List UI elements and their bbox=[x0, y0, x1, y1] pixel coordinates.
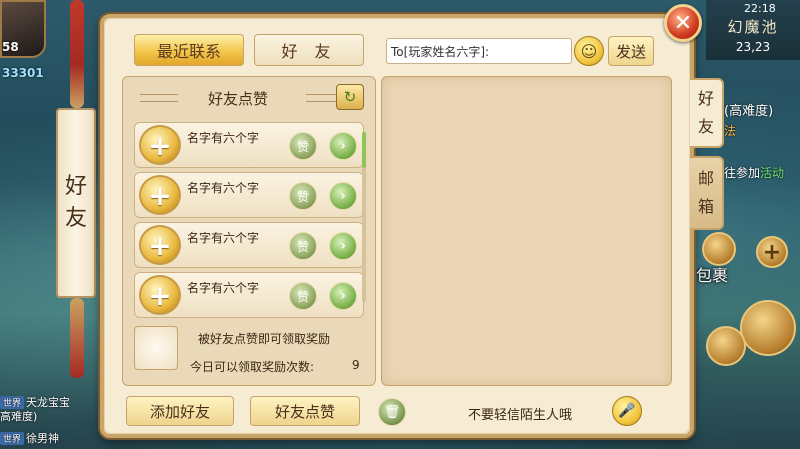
chat-message-pane bbox=[381, 76, 672, 386]
add-friend-button[interactable]: 添加好友 bbox=[126, 396, 234, 426]
reward-item-slot[interactable] bbox=[134, 326, 178, 370]
recipient-input[interactable] bbox=[386, 38, 572, 64]
chat-channel-tag: 世界 bbox=[0, 432, 25, 445]
friend-name: 名字有六个字 bbox=[187, 181, 260, 195]
trash-icon[interactable]: 🗑 bbox=[378, 398, 406, 426]
scroll-char-1: 好 bbox=[64, 174, 87, 199]
list-item[interactable]: + 名字有六个字 赞 › bbox=[134, 122, 364, 168]
refresh-icon[interactable]: ↻ bbox=[336, 84, 364, 110]
quest-goto-link[interactable]: 活动 bbox=[760, 166, 784, 180]
skill-icon-2[interactable] bbox=[706, 326, 746, 366]
like-button[interactable]: 赞 bbox=[289, 232, 317, 260]
bag-icon[interactable] bbox=[702, 232, 736, 266]
chevron-right-icon[interactable]: › bbox=[329, 132, 357, 160]
section-title: 好友点赞 bbox=[207, 90, 268, 108]
side-tab-char: 友 bbox=[697, 117, 714, 136]
reward-count-label: 今日可以领取奖励次数: bbox=[190, 360, 315, 374]
side-tab-mailbox[interactable]: 邮 箱 bbox=[690, 156, 724, 230]
quest-goto-text: 往参加 bbox=[724, 166, 761, 180]
reward-count-value: 9 bbox=[352, 358, 360, 372]
microphone-icon[interactable]: 🎤 bbox=[612, 396, 642, 426]
chevron-right-icon[interactable]: › bbox=[329, 282, 357, 310]
side-tab-friends[interactable]: 好 友 bbox=[690, 78, 724, 148]
expand-plus-icon[interactable]: + bbox=[756, 236, 788, 268]
list-item[interactable]: + 名字有六个字 赞 › bbox=[134, 222, 364, 268]
player-power: 33301 bbox=[2, 66, 44, 80]
list-item[interactable]: + 名字有六个字 赞 › bbox=[134, 272, 364, 318]
add-plus-icon[interactable]: + bbox=[139, 225, 181, 265]
clock: 22:18 bbox=[744, 2, 776, 15]
friends-scroll-button[interactable]: 好 友 bbox=[56, 108, 96, 298]
side-tab-char: 箱 bbox=[697, 197, 714, 216]
quest-title[interactable]: (高难度) bbox=[724, 100, 773, 119]
tab-friends[interactable]: 好 友 bbox=[254, 34, 364, 66]
chevron-right-icon[interactable]: › bbox=[329, 182, 357, 210]
tab-recent-contacts[interactable]: 最近联系 bbox=[134, 34, 244, 66]
close-icon[interactable]: ✕ bbox=[664, 4, 702, 42]
list-item[interactable]: + 名字有六个字 赞 › bbox=[134, 172, 364, 218]
reward-hint: 被好友点赞即可领取奖励 bbox=[198, 332, 331, 346]
list-scrollbar-thumb[interactable] bbox=[362, 132, 366, 168]
safety-warning: 不要轻信陌生人哦 bbox=[468, 408, 573, 423]
friend-name: 名字有六个字 bbox=[187, 131, 260, 145]
send-button[interactable]: 发送 bbox=[608, 36, 654, 66]
map-coords: 23,23 bbox=[735, 40, 771, 54]
side-tab-char: 邮 bbox=[697, 169, 714, 188]
add-plus-icon[interactable]: + bbox=[139, 125, 181, 165]
decor-rope-top bbox=[70, 0, 84, 108]
like-button[interactable]: 赞 bbox=[289, 182, 317, 210]
decor-rope-bottom bbox=[70, 298, 84, 378]
chat-text: 徐男神 bbox=[26, 432, 60, 445]
side-tab-char: 好 bbox=[697, 89, 714, 108]
like-button[interactable]: 赞 bbox=[289, 282, 317, 310]
chat-line-1b: 高难度) bbox=[0, 410, 38, 423]
quest-sub: 法 bbox=[724, 124, 737, 138]
like-button[interactable]: 赞 bbox=[289, 132, 317, 160]
quest-goto[interactable]: 往参加活动 bbox=[724, 164, 784, 181]
chat-line-2[interactable]: 世界 徐男神 bbox=[0, 430, 59, 446]
emoji-icon[interactable]: ☺ bbox=[574, 36, 604, 66]
friend-name: 名字有六个字 bbox=[187, 281, 260, 295]
friend-like-button[interactable]: 好友点赞 bbox=[250, 396, 360, 426]
player-level: 58 bbox=[2, 40, 19, 54]
skill-icon[interactable] bbox=[740, 300, 796, 356]
map-name: 幻魔池 bbox=[727, 18, 779, 36]
add-plus-icon[interactable]: + bbox=[139, 275, 181, 315]
bag-label: 包裹 bbox=[696, 266, 729, 285]
add-plus-icon[interactable]: + bbox=[139, 175, 181, 215]
scroll-char-2: 友 bbox=[64, 206, 87, 231]
friend-name: 名字有六个字 bbox=[187, 231, 260, 245]
chevron-right-icon[interactable]: › bbox=[329, 232, 357, 260]
